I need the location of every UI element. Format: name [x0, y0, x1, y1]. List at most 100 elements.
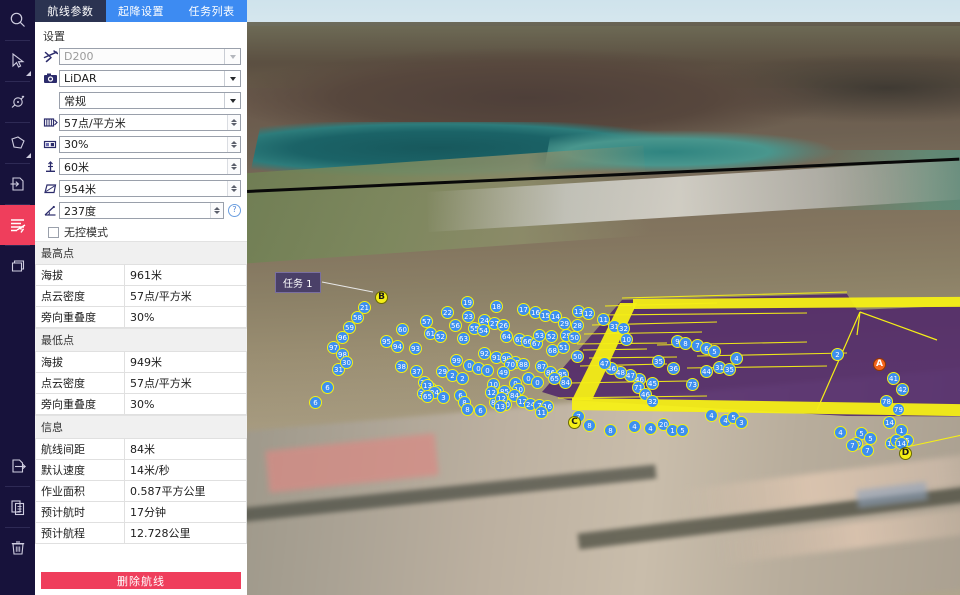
heading-angle-input[interactable]: 237度 [59, 202, 224, 219]
waypoint-marker[interactable]: 93 [409, 342, 422, 355]
waypoint-marker[interactable]: 13 [494, 400, 507, 413]
waypoint-marker[interactable]: 32 [646, 395, 659, 408]
waypoint-marker[interactable]: 4 [705, 409, 718, 422]
payload-select[interactable]: LiDAR [59, 70, 241, 87]
waypoint-marker[interactable]: 29 [558, 317, 571, 330]
waypoint-marker[interactable]: 18 [490, 300, 503, 313]
route-plan-tool-button[interactable] [0, 205, 35, 245]
stepper-arrows[interactable] [227, 181, 240, 196]
waypoint-marker[interactable]: 42 [896, 383, 909, 396]
waypoint-marker[interactable]: 11 [535, 406, 548, 419]
waypoint-marker[interactable]: 51 [557, 341, 570, 354]
waypoint-marker[interactable]: 8 [583, 419, 596, 432]
waypoint-marker[interactable]: 50 [568, 331, 581, 344]
waypoint-marker[interactable]: 50 [571, 350, 584, 363]
polygon-icon [9, 134, 27, 152]
no-control-mode-checkbox[interactable] [48, 226, 59, 238]
waypoint-marker[interactable]: 4 [628, 420, 641, 433]
mission-label[interactable]: 任务 1 [275, 272, 321, 293]
waypoint-marker[interactable]: 88 [517, 358, 530, 371]
export-tool-button[interactable] [0, 446, 35, 486]
delete-tool-button[interactable] [0, 528, 35, 568]
waypoint-marker[interactable]: 60 [396, 323, 409, 336]
waypoint-marker[interactable]: 78 [880, 395, 893, 408]
no-control-mode-row[interactable]: 无控模式 [41, 223, 241, 241]
stepper-arrows[interactable] [227, 115, 240, 130]
waypoint-marker[interactable]: 8 [461, 403, 474, 416]
waypoint-marker[interactable]: 17 [517, 303, 530, 316]
waypoint-marker[interactable]: 68 [546, 344, 559, 357]
side-overlap-input[interactable]: 30% [59, 136, 241, 153]
waypoint-marker[interactable]: 7 [846, 439, 859, 452]
corner-marker-b[interactable]: B [375, 291, 388, 304]
point-density-input[interactable]: 57点/平方米 [59, 114, 241, 131]
corner-marker-d[interactable]: D [899, 447, 912, 460]
waypoint-marker[interactable]: 14 [883, 416, 896, 429]
corner-marker-c[interactable]: C [568, 416, 581, 429]
layers-tool-button[interactable] [0, 246, 35, 286]
stepper-arrows[interactable] [210, 203, 223, 218]
altitude-input[interactable]: 60米 [59, 158, 241, 175]
waypoint-marker[interactable]: 0 [481, 364, 494, 377]
waypoint-marker[interactable]: 35 [723, 363, 736, 376]
waypoint-marker[interactable]: 7 [861, 444, 874, 457]
waypoint-marker[interactable]: 4 [834, 426, 847, 439]
waypoint-marker[interactable]: 0 [531, 376, 544, 389]
tab-takeoff-landing[interactable]: 起降设置 [105, 0, 177, 22]
help-icon[interactable]: ? [228, 204, 241, 217]
stepper-arrows[interactable] [227, 137, 240, 152]
waypoint-marker[interactable]: 65 [421, 390, 434, 403]
tab-mission-list[interactable]: 任务列表 [176, 0, 248, 22]
home-point-marker[interactable]: A [873, 358, 886, 371]
waypoint-marker[interactable]: 6 [474, 404, 487, 417]
waypoint-marker[interactable]: 2 [456, 372, 469, 385]
delete-route-button[interactable]: 删除航线 [41, 572, 241, 589]
waypoint-marker[interactable]: 35 [652, 355, 665, 368]
waypoint-marker[interactable]: 65 [548, 372, 561, 385]
stepper-arrows[interactable] [227, 159, 240, 174]
waypoint-marker[interactable]: 4 [644, 422, 657, 435]
select-tool-button[interactable] [0, 41, 35, 81]
mode-select[interactable]: 常规 [59, 92, 241, 109]
waypoint-marker[interactable]: 63 [457, 332, 470, 345]
waypoint-marker[interactable]: 52 [545, 330, 558, 343]
waypoint-marker[interactable]: 8 [679, 337, 692, 350]
copy-tool-button[interactable] [0, 487, 35, 527]
distance-input[interactable]: 954米 [59, 180, 241, 197]
waypoint-marker[interactable]: 47 [598, 357, 611, 370]
waypoint-marker[interactable]: 44 [700, 365, 713, 378]
waypoint-marker[interactable]: 99 [450, 354, 463, 367]
waypoint-marker[interactable]: 94 [391, 340, 404, 353]
waypoint-marker[interactable]: 38 [395, 360, 408, 373]
waypoint-marker[interactable]: 79 [892, 403, 905, 416]
import-tool-button[interactable] [0, 164, 35, 204]
waypoint-marker[interactable]: 3 [735, 416, 748, 429]
waypoint-marker[interactable]: 22 [441, 306, 454, 319]
waypoint-marker[interactable]: 6 [309, 396, 322, 409]
waypoint-marker[interactable]: 52 [434, 330, 447, 343]
waypoint-marker[interactable]: 56 [449, 319, 462, 332]
waypoint-marker[interactable]: 36 [667, 362, 680, 375]
waypoint-marker[interactable]: 5 [676, 424, 689, 437]
waypoint-marker[interactable]: 49 [497, 366, 510, 379]
polygon-tool-button[interactable] [0, 123, 35, 163]
waypoint-marker[interactable]: 64 [500, 330, 513, 343]
waypoint-marker[interactable]: 3 [437, 391, 450, 404]
waypoint-marker[interactable]: 10 [620, 333, 633, 346]
poi-tool-button[interactable] [0, 82, 35, 122]
search-tool-button[interactable] [0, 0, 35, 40]
waypoint-marker[interactable]: 54 [477, 324, 490, 337]
waypoint-marker[interactable]: 5 [708, 345, 721, 358]
waypoint-marker[interactable]: 12 [582, 307, 595, 320]
tab-route-parameters[interactable]: 航线参数 [35, 0, 106, 22]
waypoint-marker[interactable]: 2 [831, 348, 844, 361]
flight-plan-overlay [321, 281, 960, 449]
waypoint-marker[interactable]: 73 [686, 378, 699, 391]
aircraft-select[interactable]: D200 [59, 48, 241, 65]
waypoint-marker[interactable]: 19 [461, 296, 474, 309]
lowest-point-table: 海拔 949米 点云密度 57点/平方米 旁向重叠度 30% [35, 351, 247, 415]
waypoint-marker[interactable]: 30 [340, 356, 353, 369]
map-viewport[interactable]: 任务 1 21585996979831306660959493383736343… [247, 0, 960, 595]
waypoint-marker[interactable]: 8 [604, 424, 617, 437]
waypoint-marker[interactable]: 6 [321, 381, 334, 394]
